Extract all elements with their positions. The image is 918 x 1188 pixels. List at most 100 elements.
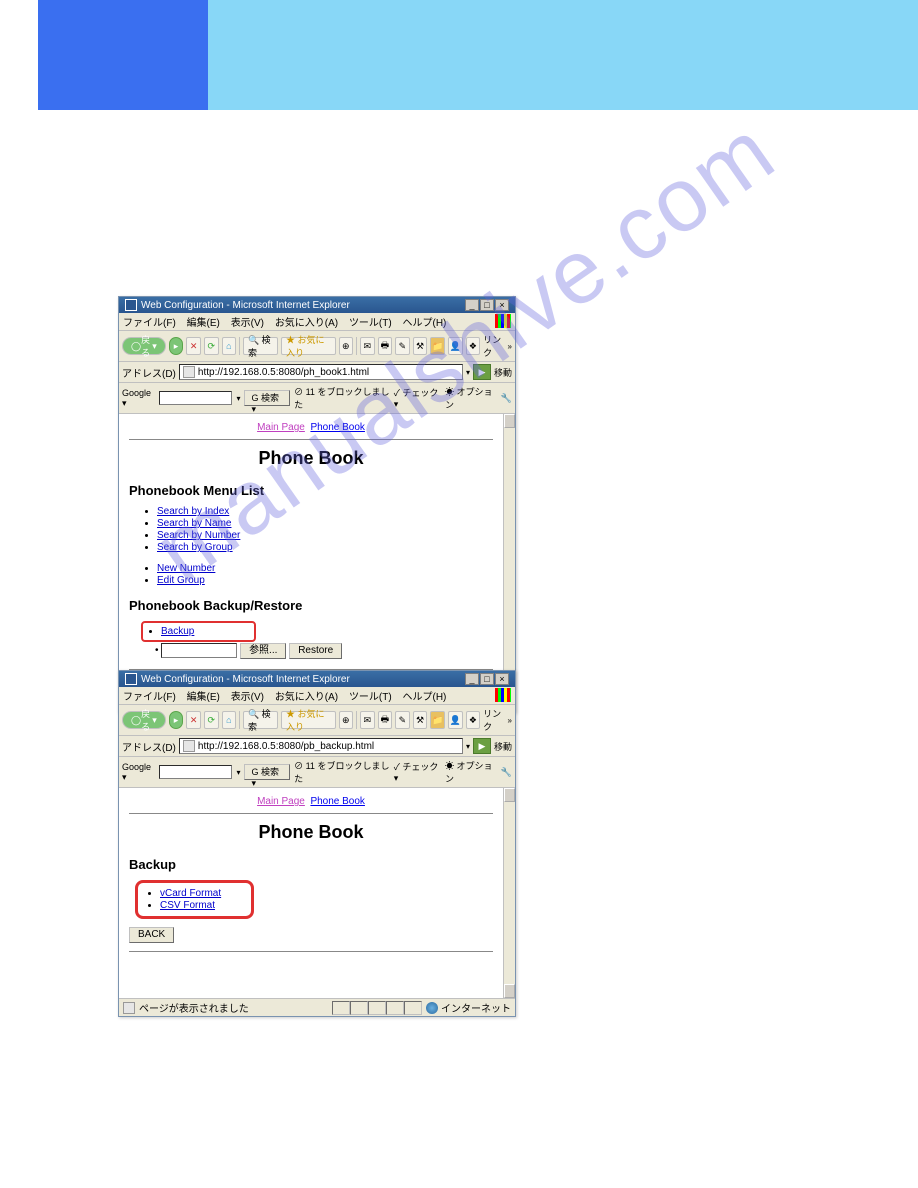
menu-fav[interactable]: お気に入り(A)	[275, 318, 338, 329]
url-input[interactable]: http://192.168.0.5:8080/pb_backup.html	[179, 738, 463, 754]
maximize-button[interactable]: □	[480, 299, 494, 311]
menu-edit[interactable]: 編集(E)	[187, 692, 220, 703]
phone-book-link[interactable]: Phone Book	[310, 796, 365, 807]
g-block-label[interactable]: ⊘ 11 をブロックしました	[294, 759, 390, 785]
links-label[interactable]: リンク	[483, 707, 504, 733]
window-buttons: _ □ ×	[465, 673, 509, 685]
g-search-button[interactable]: G 検索 ▾	[244, 390, 290, 406]
vcard-format-link[interactable]: vCard Format	[160, 888, 221, 899]
history-button[interactable]: ⊕	[339, 337, 354, 355]
titlebar: Web Configuration - Microsoft Internet E…	[119, 297, 515, 313]
csv-format-link[interactable]: CSV Format	[160, 900, 215, 911]
search-number-link[interactable]: Search by Number	[157, 530, 240, 541]
menu-fav[interactable]: お気に入り(A)	[275, 692, 338, 703]
favorites-button[interactable]: ★ お気に入り	[281, 337, 336, 355]
menu-view[interactable]: 表示(V)	[231, 692, 264, 703]
google-label[interactable]: Google ▾	[122, 388, 155, 409]
menu-tool[interactable]: ツール(T)	[349, 318, 392, 329]
forward-button[interactable]: ▸	[169, 711, 184, 729]
menu-help[interactable]: ヘルプ(H)	[403, 318, 447, 329]
stop-button[interactable]: ✕	[186, 337, 201, 355]
menu-tool[interactable]: ツール(T)	[349, 692, 392, 703]
search-index-link[interactable]: Search by Index	[157, 506, 229, 517]
refresh-button[interactable]: ⟳	[204, 711, 219, 729]
google-label[interactable]: Google ▾	[122, 762, 155, 783]
windows-logo-icon	[495, 688, 511, 702]
back-button[interactable]: ◯ 戻る ▾	[122, 337, 166, 355]
go-button[interactable]: ▶	[473, 364, 491, 380]
minimize-button[interactable]: _	[465, 299, 479, 311]
url-input[interactable]: http://192.168.0.5:8080/ph_book1.html	[179, 364, 463, 380]
close-button[interactable]: ×	[495, 673, 509, 685]
page-title: Phone Book	[129, 448, 493, 469]
go-button[interactable]: ▶	[473, 738, 491, 754]
address-label: アドレス(D)	[122, 365, 176, 380]
g-check-label[interactable]: ✓ チェック ▾	[394, 760, 441, 784]
menu-edit[interactable]: 編集(E)	[187, 318, 220, 329]
scrollbar[interactable]	[503, 788, 515, 998]
edit-group-link[interactable]: Edit Group	[157, 575, 205, 586]
backup-link[interactable]: Backup	[161, 626, 194, 637]
edit-button[interactable]: ✎	[395, 337, 410, 355]
breadcrumb: Main Page Phone Book	[129, 422, 493, 433]
menu-list-2: New Number Edit Group	[157, 563, 493, 586]
search-button[interactable]: 🔍 検索	[243, 711, 278, 729]
print-button[interactable]: 🖶	[378, 337, 393, 355]
edit-button[interactable]: ✎	[395, 711, 410, 729]
back-page-button[interactable]: BACK	[129, 927, 174, 943]
google-search-input[interactable]	[159, 391, 232, 405]
close-button[interactable]: ×	[495, 299, 509, 311]
mail-button[interactable]: ✉	[360, 337, 375, 355]
restore-button[interactable]: Restore	[289, 643, 342, 659]
windows-logo-icon	[495, 314, 511, 328]
stop-button[interactable]: ✕	[186, 711, 201, 729]
forward-button[interactable]: ▸	[169, 337, 184, 355]
page-title: Phone Book	[129, 822, 493, 843]
menu-help[interactable]: ヘルプ(H)	[403, 692, 447, 703]
folder-icon[interactable]: 📁	[430, 337, 445, 355]
go-label: 移動	[494, 740, 512, 753]
back-button[interactable]: ◯ 戻る ▾	[122, 711, 166, 729]
restore-file-input[interactable]	[161, 643, 237, 658]
toolbar: ◯ 戻る ▾ ▸ ✕ ⟳ ⌂ 🔍 検索 ★ お気に入り ⊕ ✉ 🖶 ✎ ⚒ 📁 …	[119, 705, 515, 736]
favorites-button[interactable]: ★ お気に入り	[281, 711, 336, 729]
g-option-label[interactable]: ☀ オプション	[445, 385, 497, 411]
phone-book-link[interactable]: Phone Book	[310, 422, 365, 433]
misc-icon[interactable]: ❖	[466, 711, 481, 729]
g-check-label[interactable]: ✓ チェック ▾	[394, 386, 441, 410]
print-button[interactable]: 🖶	[378, 711, 393, 729]
history-button[interactable]: ⊕	[339, 711, 354, 729]
g-block-label[interactable]: ⊘ 11 をブロックしました	[294, 385, 390, 411]
highlight-backup: Backup	[141, 621, 256, 642]
misc-icon[interactable]: ❖	[466, 337, 481, 355]
scrollbar[interactable]	[503, 414, 515, 694]
folder-icon[interactable]: 📁	[430, 711, 445, 729]
home-button[interactable]: ⌂	[222, 711, 237, 729]
address-bar: アドレス(D) http://192.168.0.5:8080/ph_book1…	[119, 362, 515, 383]
mail-button[interactable]: ✉	[360, 711, 375, 729]
google-search-input[interactable]	[159, 765, 232, 779]
new-number-link[interactable]: New Number	[157, 563, 215, 574]
menu-view[interactable]: 表示(V)	[231, 318, 264, 329]
search-group-link[interactable]: Search by Group	[157, 542, 233, 553]
g-option-label[interactable]: ☀ オプション	[445, 759, 497, 785]
home-button[interactable]: ⌂	[222, 337, 237, 355]
minimize-button[interactable]: _	[465, 673, 479, 685]
maximize-button[interactable]: □	[480, 673, 494, 685]
main-page-link[interactable]: Main Page	[257, 422, 305, 433]
person-icon[interactable]: 👤	[448, 337, 463, 355]
menu-file[interactable]: ファイル(F)	[123, 318, 176, 329]
menu-file[interactable]: ファイル(F)	[123, 692, 176, 703]
refresh-button[interactable]: ⟳	[204, 337, 219, 355]
tool-icon[interactable]: ⚒	[413, 337, 428, 355]
g-search-button[interactable]: G 検索 ▾	[244, 764, 290, 780]
links-label[interactable]: リンク	[483, 333, 504, 359]
search-button[interactable]: 🔍 検索	[243, 337, 278, 355]
address-label: アドレス(D)	[122, 739, 176, 754]
person-icon[interactable]: 👤	[448, 711, 463, 729]
browse-button[interactable]: 参照...	[240, 643, 286, 659]
tool-icon[interactable]: ⚒	[413, 711, 428, 729]
search-name-link[interactable]: Search by Name	[157, 518, 231, 529]
go-label: 移動	[494, 366, 512, 379]
main-page-link[interactable]: Main Page	[257, 796, 305, 807]
